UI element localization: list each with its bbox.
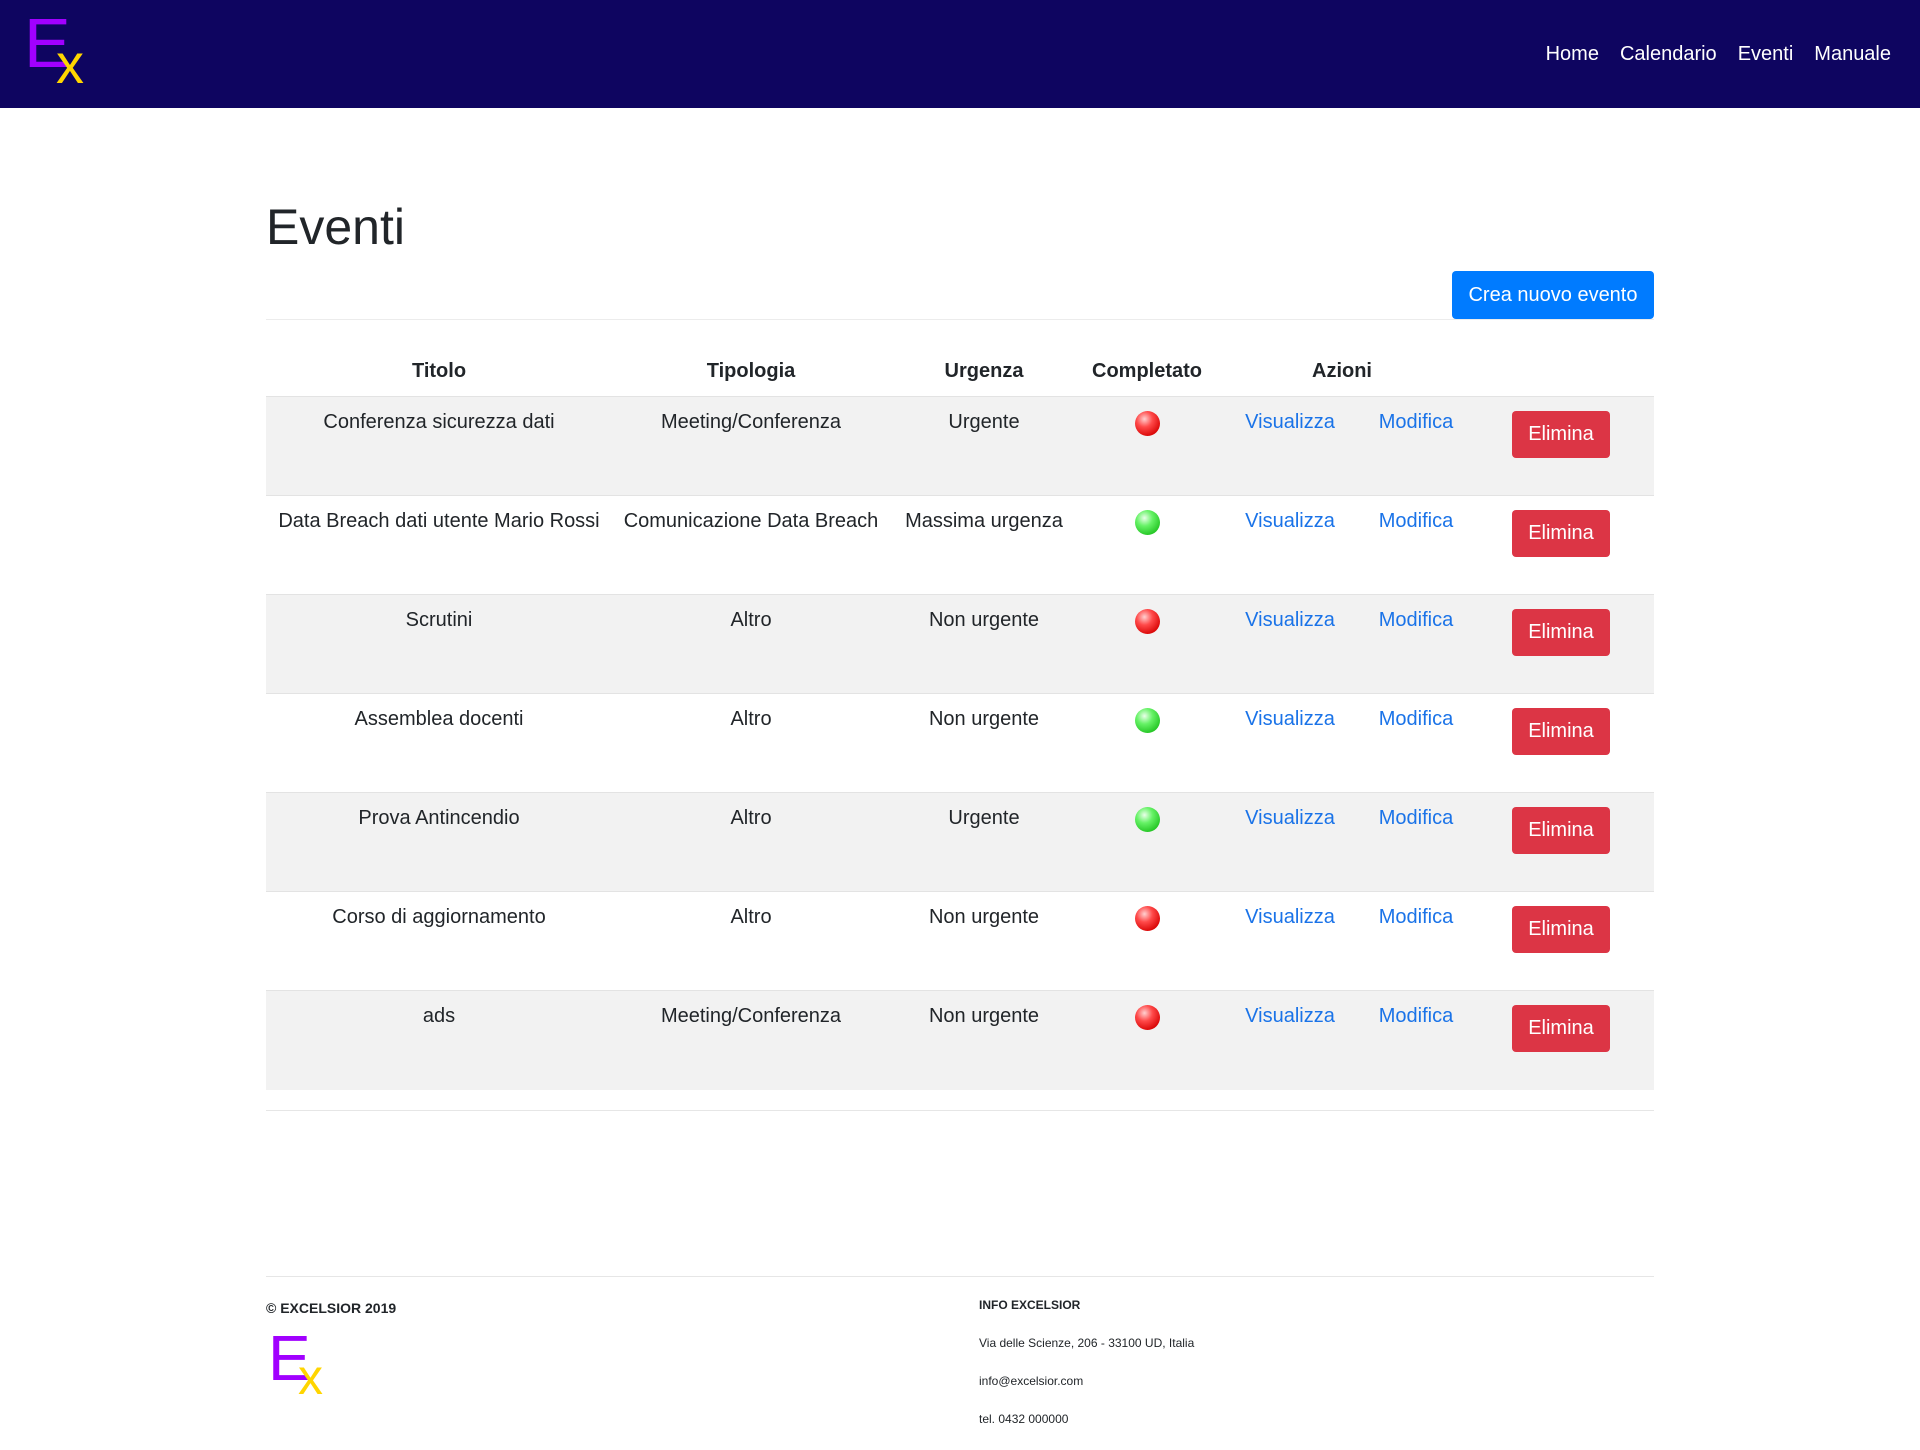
cell-tipologia: Altro <box>730 807 772 829</box>
top-navbar: E x Home Calendario Eventi Manuale <box>0 0 1920 108</box>
header-completato: Completato <box>1092 359 1202 382</box>
table-row: Corso di aggiornamento Altro Non urgente… <box>266 891 1654 991</box>
footer-email: info@excelsior.com <box>979 1374 1084 1388</box>
nav-links: Home Calendario Eventi Manuale <box>1546 43 1891 66</box>
table-row: Prova Antincendio Altro Urgente Visualiz… <box>266 792 1654 892</box>
view-link[interactable]: Visualizza <box>1245 906 1335 928</box>
edit-link[interactable]: Modifica <box>1379 906 1453 928</box>
delete-button[interactable]: Elimina <box>1512 609 1610 656</box>
header-empty <box>1468 346 1654 397</box>
footer-logo: E x <box>268 1326 334 1405</box>
table-row: ads Meeting/Conferenza Non urgente Visua… <box>266 990 1654 1090</box>
footer-info-title: INFO EXCELSIOR <box>979 1298 1081 1312</box>
view-link[interactable]: Visualizza <box>1245 708 1335 730</box>
table-row: Scrutini Altro Non urgente Visualizza Mo… <box>266 594 1654 694</box>
footer-phone: tel. 0432 000000 <box>979 1412 1069 1426</box>
cell-titolo: Data Breach dati utente Mario Rossi <box>278 510 600 532</box>
nav-calendario[interactable]: Calendario <box>1620 43 1717 66</box>
status-dot-icon <box>1134 510 1160 535</box>
view-link[interactable]: Visualizza <box>1245 411 1335 433</box>
cell-urgenza: Non urgente <box>928 906 1040 928</box>
nav-eventi[interactable]: Eventi <box>1738 43 1794 66</box>
delete-button[interactable]: Elimina <box>1512 708 1610 755</box>
cell-tipologia: Meeting/Conferenza <box>660 1005 842 1027</box>
logo-letter-x: x <box>298 1349 323 1405</box>
view-link[interactable]: Visualizza <box>1245 1005 1335 1027</box>
header-urgenza: Urgenza <box>944 359 1024 382</box>
status-dot-icon <box>1134 906 1160 931</box>
cell-completato <box>1078 793 1216 892</box>
status-dot-icon <box>1134 708 1160 733</box>
divider <box>266 1110 1654 1111</box>
footer-copyright: © EXCELSIOR 2019 <box>266 1300 397 1316</box>
cell-urgenza: Urgente <box>948 807 1020 829</box>
logo-letter-x: x <box>56 32 84 95</box>
view-link[interactable]: Visualizza <box>1245 510 1335 532</box>
table-row: Data Breach dati utente Mario Rossi Comu… <box>266 495 1654 595</box>
cell-titolo: Corso di aggiornamento <box>332 906 546 928</box>
cell-urgenza: Massima urgenza <box>905 510 1063 532</box>
cell-urgenza: Non urgente <box>928 609 1040 631</box>
edit-link[interactable]: Modifica <box>1379 1005 1453 1027</box>
events-table: Titolo Tipologia Urgenza Completato Azio… <box>266 346 1654 1090</box>
cell-urgenza: Non urgente <box>928 1005 1040 1027</box>
cell-tipologia: Altro <box>730 609 772 631</box>
create-event-button[interactable]: Crea nuovo evento <box>1452 271 1654 319</box>
table-row: Conferenza sicurezza dati Meeting/Confer… <box>266 396 1654 496</box>
cell-tipologia: Meeting/Conferenza <box>660 411 842 433</box>
table-header-row: Titolo Tipologia Urgenza Completato Azio… <box>266 346 1654 397</box>
header-tipologia: Tipologia <box>706 359 796 382</box>
cell-tipologia: Comunicazione Data Breach <box>623 510 879 532</box>
cell-titolo: Scrutini <box>405 609 473 631</box>
edit-link[interactable]: Modifica <box>1379 411 1453 433</box>
edit-link[interactable]: Modifica <box>1379 807 1453 829</box>
cell-completato <box>1078 694 1216 793</box>
cell-completato <box>1078 991 1216 1090</box>
status-dot-icon <box>1134 411 1160 436</box>
view-link[interactable]: Visualizza <box>1245 807 1335 829</box>
edit-link[interactable]: Modifica <box>1379 510 1453 532</box>
footer-address: Via delle Scienze, 206 - 33100 UD, Itali… <box>979 1336 1195 1350</box>
delete-button[interactable]: Elimina <box>1512 807 1610 854</box>
cell-completato <box>1078 496 1216 595</box>
table-body: Conferenza sicurezza dati Meeting/Confer… <box>266 396 1654 1090</box>
cell-urgenza: Non urgente <box>928 708 1040 730</box>
delete-button[interactable]: Elimina <box>1512 411 1610 458</box>
cell-titolo: Conferenza sicurezza dati <box>323 411 555 433</box>
cell-tipologia: Altro <box>730 906 772 928</box>
footer-divider <box>266 1276 1654 1277</box>
cell-completato <box>1078 397 1216 496</box>
delete-button[interactable]: Elimina <box>1512 906 1610 953</box>
delete-button[interactable]: Elimina <box>1512 1005 1610 1052</box>
divider <box>266 319 1654 320</box>
nav-home[interactable]: Home <box>1546 43 1599 66</box>
header-titolo: Titolo <box>411 359 467 382</box>
delete-button[interactable]: Elimina <box>1512 510 1610 557</box>
footer-info: INFO EXCELSIOR Via delle Scienze, 206 - … <box>979 1298 1194 1450</box>
cell-tipologia: Altro <box>730 708 772 730</box>
cell-titolo: ads <box>422 1005 456 1027</box>
status-dot-icon <box>1134 1005 1160 1030</box>
status-dot-icon <box>1134 807 1160 832</box>
cell-completato <box>1078 595 1216 694</box>
cell-titolo: Assemblea docenti <box>354 708 524 730</box>
status-dot-icon <box>1134 609 1160 634</box>
edit-link[interactable]: Modifica <box>1379 708 1453 730</box>
header-azioni: Azioni <box>1312 359 1372 382</box>
cell-urgenza: Urgente <box>948 411 1020 433</box>
cell-titolo: Prova Antincendio <box>358 807 520 829</box>
cell-completato <box>1078 892 1216 991</box>
view-link[interactable]: Visualizza <box>1245 609 1335 631</box>
brand-logo[interactable]: E x <box>24 8 96 95</box>
nav-manuale[interactable]: Manuale <box>1814 43 1891 66</box>
edit-link[interactable]: Modifica <box>1379 609 1453 631</box>
page-title: Eventi <box>266 199 405 255</box>
table-row: Assemblea docenti Altro Non urgente Visu… <box>266 693 1654 793</box>
